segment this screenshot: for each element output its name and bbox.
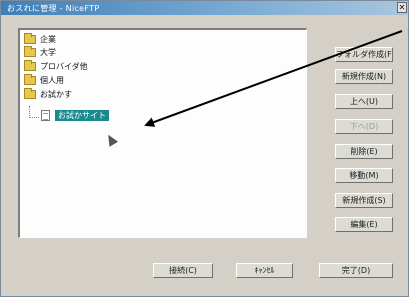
site-page-icon bbox=[41, 110, 50, 121]
folder-open-icon bbox=[24, 88, 36, 99]
bookmark-tree[interactable]: 企業 大学 プロバイダ他 個人用 お試かす お試かサイト bbox=[18, 28, 307, 238]
delete-button[interactable]: 削除(E) bbox=[335, 144, 393, 159]
tree-folder-companies[interactable]: 企業 bbox=[24, 33, 56, 45]
folder-icon bbox=[24, 74, 36, 85]
create-folder-button[interactable]: フォルダ作成(F) bbox=[335, 47, 393, 62]
folder-icon bbox=[24, 60, 36, 71]
tree-folder-universities[interactable]: 大学 bbox=[24, 46, 56, 58]
tree-folder-label: 大学 bbox=[40, 48, 56, 57]
tree-folder-personal[interactable]: 個人用 bbox=[24, 74, 64, 86]
edit-button[interactable]: 編集(E) bbox=[335, 217, 393, 232]
tree-folder-label: 個人用 bbox=[40, 76, 64, 85]
tree-folder-label: お試かす bbox=[40, 90, 72, 99]
connect-button[interactable]: 接続(C) bbox=[153, 263, 213, 278]
move-up-button[interactable]: 上へ(U) bbox=[335, 94, 393, 109]
move-down-button[interactable]: 下へ(D) bbox=[335, 119, 393, 134]
mouse-pointer-icon bbox=[103, 132, 119, 147]
title-bar[interactable]: おスれに管理 - NiceFTP ✕ bbox=[1, 1, 408, 15]
done-button[interactable]: 完了(D) bbox=[319, 263, 393, 278]
new-bookmark-button[interactable]: 新規作成(N) bbox=[335, 69, 393, 84]
tree-folder-label: プロバイダ他 bbox=[40, 62, 88, 71]
window-title: おスれに管理 - NiceFTP bbox=[7, 4, 100, 13]
tree-folder-providers[interactable]: プロバイダ他 bbox=[24, 60, 88, 72]
move-button[interactable]: 移動(M) bbox=[335, 168, 393, 183]
folder-icon bbox=[24, 46, 36, 57]
tree-folder-label: 企業 bbox=[40, 35, 56, 44]
tree-folder-trial[interactable]: お試かす bbox=[24, 88, 72, 100]
cancel-button[interactable]: ｷｬﾝｾﾙ bbox=[236, 263, 293, 278]
close-icon[interactable]: ✕ bbox=[397, 2, 407, 13]
new-entry-button[interactable]: 新規作成(S) bbox=[335, 193, 393, 208]
bookmark-manager-window: おスれに管理 - NiceFTP ✕ 企業 大学 プロバイダ他 個人用 お試かす… bbox=[0, 0, 409, 297]
tree-branch-line bbox=[29, 117, 39, 118]
folder-icon bbox=[24, 33, 36, 44]
tree-item-selected-site[interactable]: お試かサイト bbox=[55, 110, 109, 121]
